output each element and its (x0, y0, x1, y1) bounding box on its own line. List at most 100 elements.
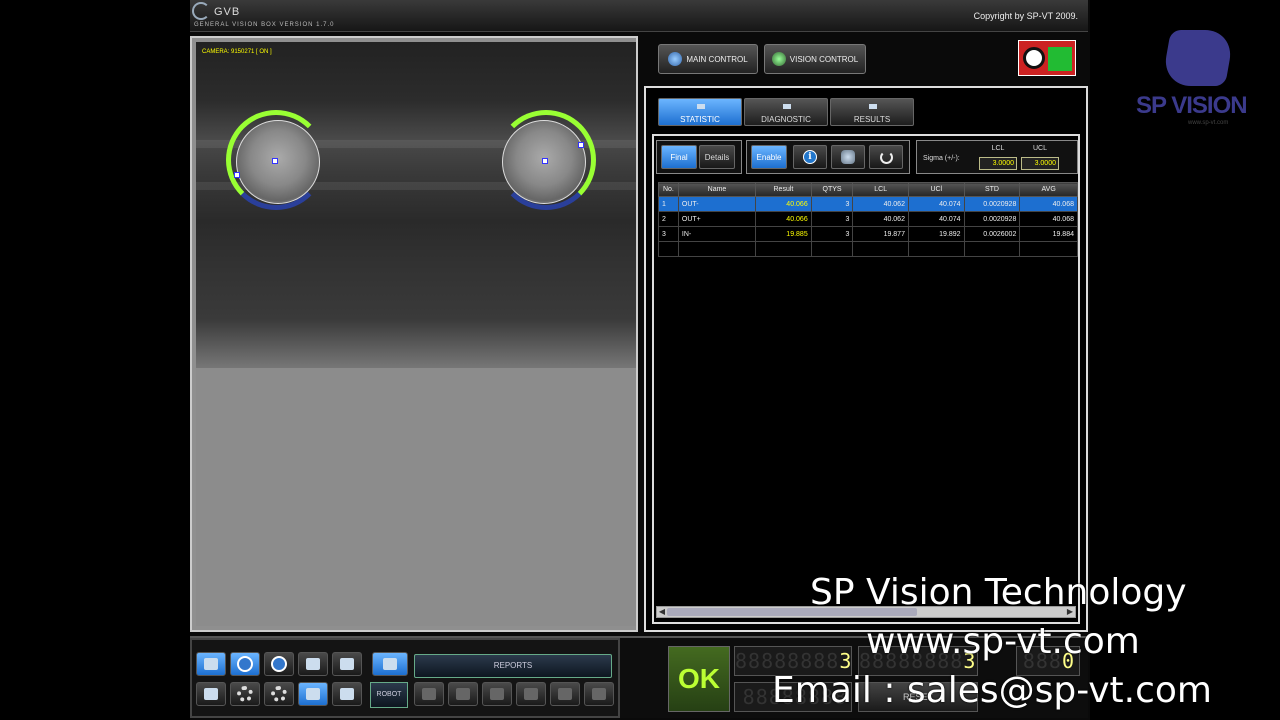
screen-button[interactable] (372, 652, 408, 676)
grid-button[interactable] (550, 682, 580, 706)
column-header[interactable]: UCl (907, 182, 965, 197)
table-row[interactable]: 3 IN- 19.885 3 19.877 19.892 0.0026002 1… (658, 226, 1078, 242)
cell-name: OUT- (677, 196, 757, 212)
cell-lcl: 19.877 (852, 226, 909, 242)
monitor-button[interactable] (196, 652, 226, 676)
play-button[interactable] (264, 652, 294, 676)
tab-results[interactable]: RESULTS (830, 98, 914, 126)
camera-label: CAMERA: 9150271 [ ON ] (202, 49, 272, 55)
edge-marker (234, 172, 240, 178)
sp-vision-logo: SP VISION (1136, 92, 1248, 119)
edge-marker (578, 142, 584, 148)
info-button[interactable]: i (793, 145, 827, 169)
stop-button[interactable] (230, 652, 260, 676)
vision-control-label: VISION CONTROL (789, 54, 859, 64)
monitor-icon (383, 658, 397, 670)
column-header[interactable]: AVG (1019, 182, 1078, 197)
ucl-input[interactable]: 3.0000 (1021, 157, 1059, 170)
cell-avg: 40.068 (1019, 211, 1078, 227)
app-logo-icon (192, 2, 210, 20)
status-indicator: OK (668, 646, 730, 712)
home-button[interactable] (584, 682, 614, 706)
camera-view[interactable]: CAMERA: 9150271 [ ON ] (190, 36, 638, 632)
table-header-row: No. Name Result QTYS LCL UCl STD AVG (658, 182, 1078, 197)
title-bar: GVB GENERAL VISION BOX VERSION 1.7.0 Cop… (190, 0, 1088, 32)
folder-icon (306, 658, 320, 670)
tools-button[interactable] (196, 682, 226, 706)
tab-statistic[interactable]: STATISTIC (658, 98, 742, 126)
cell-avg: 40.068 (1019, 196, 1078, 212)
column-header[interactable]: Result (755, 182, 812, 197)
final-button[interactable]: Final (661, 145, 697, 169)
tab-diagnostic[interactable]: DIAGNOSTIC (744, 98, 828, 126)
vendor-logo (1018, 40, 1076, 76)
column-header[interactable]: Name (677, 182, 757, 197)
center-marker (542, 158, 548, 164)
cell-name: IN- (677, 226, 757, 242)
refresh-icon (879, 150, 893, 164)
cell-lcl: 40.062 (852, 211, 909, 227)
forward-icon (490, 688, 504, 700)
lcl-input[interactable]: 3.0000 (979, 157, 1017, 170)
main-control-button[interactable]: MAIN CONTROL (658, 44, 758, 74)
control-buttons-group: REPORTS ROBOT (190, 638, 620, 718)
runner-icon (340, 688, 354, 700)
statistic-content: Final Details Enable i Sigma (+/-): LCL … (652, 134, 1080, 624)
reports-button[interactable]: REPORTS (414, 654, 612, 678)
statistics-table: No. Name Result QTYS LCL UCl STD AVG 1 O… (658, 182, 1078, 257)
cell-result: 40.066 (755, 196, 812, 212)
config-button[interactable] (264, 682, 294, 706)
settings-button[interactable] (230, 682, 260, 706)
vision-control-button[interactable]: VISION CONTROL (764, 44, 866, 74)
badge-icon (1048, 47, 1072, 71)
sp-vision-logo-url: www.sp-vt.com (1188, 120, 1229, 126)
view-mode-group: Final Details (656, 140, 742, 174)
setup-icon (306, 688, 320, 700)
ucl-label: UCL (1032, 145, 1047, 152)
robot-button[interactable]: ROBOT (370, 682, 408, 708)
column-header[interactable]: QTYS (810, 182, 854, 197)
table-row[interactable]: 2 OUT+ 40.066 3 40.062 40.074 0.0020928 … (658, 211, 1078, 227)
play-disabled-button[interactable] (414, 682, 444, 706)
enable-button[interactable]: Enable (751, 145, 787, 169)
overlay-email: Email : sales@sp-vt.com (772, 670, 1212, 711)
main-control-label: MAIN CONTROL (686, 54, 748, 64)
app-version: GENERAL VISION BOX VERSION 1.7.0 (194, 22, 335, 28)
camera-empty-area (196, 368, 636, 626)
folder-button[interactable] (298, 652, 328, 676)
statistics-panel: STATISTIC DIAGNOSTIC RESULTS Final Detai… (644, 86, 1088, 632)
cell-ucl: 40.074 (907, 211, 965, 227)
up-down-button[interactable] (516, 682, 546, 706)
column-header[interactable]: No. (658, 182, 679, 197)
cell-name: OUT+ (677, 211, 757, 227)
eye-icon (1023, 47, 1045, 69)
copyright: Copyright by SP-VT 2009. (973, 11, 1078, 21)
cell-avg: 19.884 (1019, 226, 1078, 242)
cell-no: 2 (658, 211, 679, 227)
gear-icon (271, 686, 287, 702)
grid-icon (558, 688, 572, 700)
search-icon (340, 658, 354, 670)
app-title: GVB (214, 6, 241, 18)
rewind-button[interactable] (448, 682, 478, 706)
forward-button[interactable] (482, 682, 512, 706)
column-header[interactable]: LCL (852, 182, 909, 197)
column-header[interactable]: STD (963, 182, 1021, 197)
refresh-button[interactable] (869, 145, 903, 169)
sigma-label: Sigma (+/-): (923, 155, 960, 162)
part-disc-left (236, 120, 320, 204)
play-icon (271, 656, 287, 672)
overlay-company: SP Vision Technology (810, 572, 1187, 613)
cell-ucl: 19.892 (907, 226, 965, 242)
camera-image: CAMERA: 9150271 [ ON ] (196, 42, 636, 368)
scroll-left-icon[interactable]: ◀ (657, 607, 667, 617)
monitor-icon (204, 658, 218, 670)
database-button[interactable] (831, 145, 865, 169)
lcl-label: LCL (991, 145, 1005, 152)
search-button[interactable] (332, 652, 362, 676)
table-row[interactable]: 1 OUT- 40.066 3 40.062 40.074 0.0020928 … (658, 196, 1078, 212)
cell-no: 3 (658, 226, 679, 242)
run-button[interactable] (332, 682, 362, 706)
setup-button[interactable] (298, 682, 328, 706)
details-button[interactable]: Details (699, 145, 735, 169)
